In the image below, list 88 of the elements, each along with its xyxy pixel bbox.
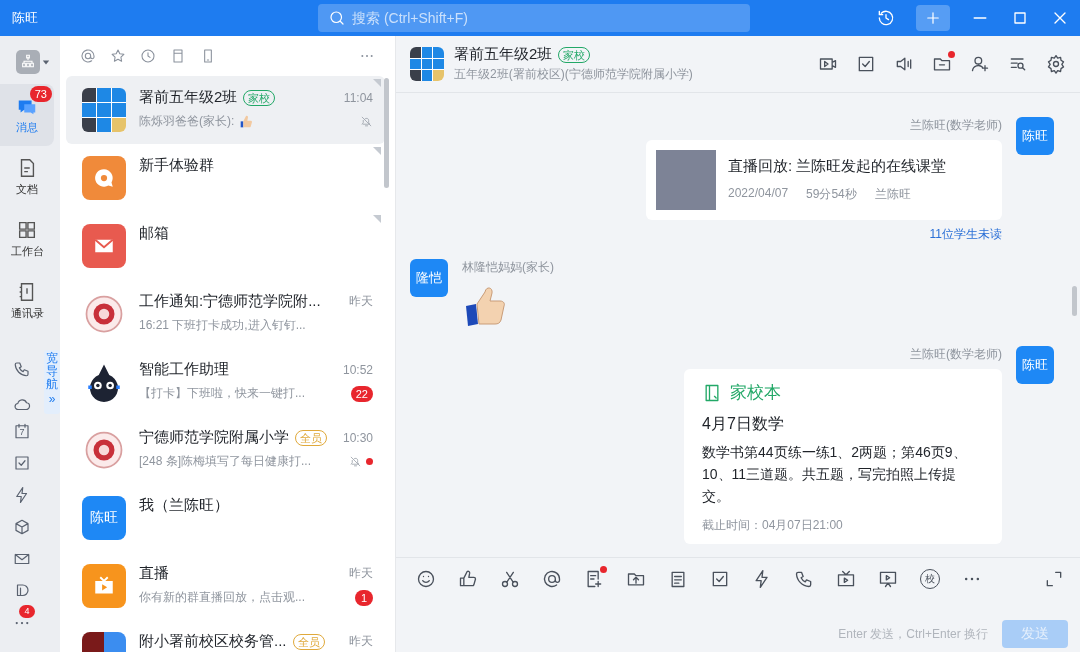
conversation-item[interactable]: 附小署前校区校务管... 全员 昨天 (66, 620, 385, 652)
scrollbar-thumb[interactable] (384, 78, 389, 188)
replay-title: 直播回放: 兰陈旺发起的在线课堂 (728, 157, 947, 176)
message-preview: [248 条]陈梅填写了每日健康打... (139, 453, 312, 470)
homework-card[interactable]: 家校本 4月7日数学 数学书第44页练一练1、2两题；第46页9、10、11三道题。共五题，写完拍照上传提交。 截止时间：04月07日21:00 (684, 369, 1002, 544)
sender-name: 兰陈旺(数学老师) (909, 117, 1002, 134)
at-sign-icon[interactable] (542, 569, 562, 589)
expand-icon[interactable] (1044, 569, 1064, 589)
conversation-name: 智能工作助理 (139, 360, 229, 379)
grid-icon (16, 219, 38, 241)
app-name: 家校本 (730, 382, 781, 404)
homework-title: 4月7日数学 (702, 414, 785, 434)
replay-host: 兰陈旺 (874, 186, 911, 203)
deadline-text: 截止时间：04月07日21:00 (702, 517, 844, 534)
send-hint: Enter 发送，Ctrl+Enter 换行 (838, 625, 988, 643)
message-preview: 陈烁羽爸爸(家长): (139, 113, 235, 130)
conversation-item[interactable]: 新手体验群 (66, 144, 385, 212)
thumbs-up-icon[interactable] (458, 569, 478, 589)
sender-name: 林隆恺妈妈(家长) (462, 259, 555, 276)
conversation-name: 附小署前校区校务管... (139, 632, 287, 651)
rail-tab[interactable]: 工作台 (0, 208, 54, 270)
group-tag: 全员 (292, 633, 325, 650)
add-user-icon[interactable] (970, 54, 990, 74)
presentation-icon[interactable] (878, 569, 898, 589)
group-avatar (410, 47, 444, 81)
conversation-item[interactable]: 邮箱 (66, 212, 385, 280)
checkbox-icon[interactable] (856, 54, 876, 74)
replay-date: 2022/04/07 (728, 186, 789, 202)
history-icon[interactable] (876, 8, 896, 28)
plus-icon (924, 9, 942, 27)
sender-avatar: 陈旺 (1016, 117, 1054, 155)
conversation-item[interactable]: 直播 昨天 你有新的群直播回放，点击观... 1 (66, 552, 385, 620)
settings-icon[interactable] (1046, 54, 1066, 74)
conversation-item[interactable]: 宁德师范学院附属小学 全员 10:30 [248 条]陈梅填写了每日健康打... (66, 416, 385, 484)
unread-badge: 73 (29, 86, 52, 102)
user-avatar: 陈旺 (82, 496, 126, 540)
conversation-time: 11:04 (343, 90, 373, 105)
conversation-item[interactable]: 工作通知:宁德师范学院附... 昨天 16:21 下班打卡成功,进入钉钉... (66, 280, 385, 348)
sender-avatar: 陈旺 (1016, 346, 1054, 384)
conversation-item[interactable]: 智能工作助理 10:52 【打卡】下班啦，快来一键打... 22 (66, 348, 385, 416)
wide-nav-tab[interactable]: 宽导航 » (44, 350, 60, 414)
conversation-item[interactable]: 署前五年级2班 家校 11:04 陈烁羽爸爸(家长): (66, 76, 385, 144)
live-replay-card[interactable]: 直播回放: 兰陈旺发起的在线课堂 2022/04/07 59分54秒 兰陈旺 (646, 140, 1002, 220)
chat-title: 署前五年级2班 (454, 45, 553, 64)
conversation-name: 我（兰陈旺） (139, 496, 229, 515)
rail-tab[interactable]: 文档 (0, 146, 54, 208)
unread-badge: 4 (19, 605, 35, 618)
conversation-name: 新手体验群 (139, 156, 214, 175)
at-sign-icon[interactable] (80, 48, 96, 64)
message-preview: 16:21 下班打卡成功,进入钉钉... (139, 317, 306, 334)
conversation-name: 直播 (139, 564, 169, 583)
cube-icon[interactable] (13, 518, 31, 536)
rail-tab[interactable]: 消息 73 (0, 84, 54, 146)
conversation-time: 昨天 (349, 633, 373, 650)
read-status-link[interactable]: 11位学生未读 (929, 226, 1002, 243)
replay-duration: 59分54秒 (806, 186, 857, 203)
message-preview: 【打卡】下班啦，快来一键打... (139, 385, 305, 402)
star-icon[interactable] (110, 48, 126, 64)
conversation-name: 邮箱 (139, 224, 169, 243)
conversation-name: 宁德师范学院附属小学 (139, 428, 289, 447)
video-thumbnail-placeholder (656, 150, 716, 210)
search-icon (328, 9, 346, 27)
rail-tab[interactable]: 通讯录 (0, 270, 54, 332)
chat-subtitle: 五年级2班(署前校区)(宁德师范学院附属小学) (454, 66, 693, 83)
user-name: 陈旺 (12, 9, 39, 27)
conversation-time: 昨天 (349, 565, 373, 582)
sender-avatar: 隆恺 (410, 259, 448, 297)
conversation-name: 工作通知:宁德师范学院附... (139, 292, 321, 311)
clock-icon[interactable] (140, 48, 156, 64)
conversation-time: 10:52 (342, 362, 373, 377)
unread-badge: 22 (350, 385, 373, 402)
homework-text: 数学书第44页练一练1、2两题；第46页9、10、11三道题。共五题，写完拍照上传提交。 (702, 443, 968, 506)
conversation-time: 10:30 (342, 430, 373, 445)
conversation-time: 昨天 (349, 293, 373, 310)
conversation-name: 署前五年级2班 (139, 88, 238, 107)
phone-call-icon[interactable] (13, 360, 31, 378)
unread-badge: 1 (355, 589, 373, 606)
sender-name: 兰陈旺(数学老师) (909, 346, 1002, 363)
scissors-icon[interactable] (500, 569, 520, 589)
conversation-item[interactable]: 陈旺 我（兰陈旺） (66, 484, 385, 552)
tv-icon[interactable] (836, 569, 856, 589)
message-preview: 你有新的群直播回放，点击观... (139, 589, 305, 606)
caret-icon[interactable] (42, 58, 50, 66)
checkbox-icon[interactable] (13, 454, 31, 472)
emoji-icon[interactable] (416, 569, 436, 589)
phone-call-icon[interactable] (794, 569, 814, 589)
scrollbar-thumb[interactable] (1072, 286, 1077, 316)
checkbox-icon[interactable] (710, 569, 730, 589)
